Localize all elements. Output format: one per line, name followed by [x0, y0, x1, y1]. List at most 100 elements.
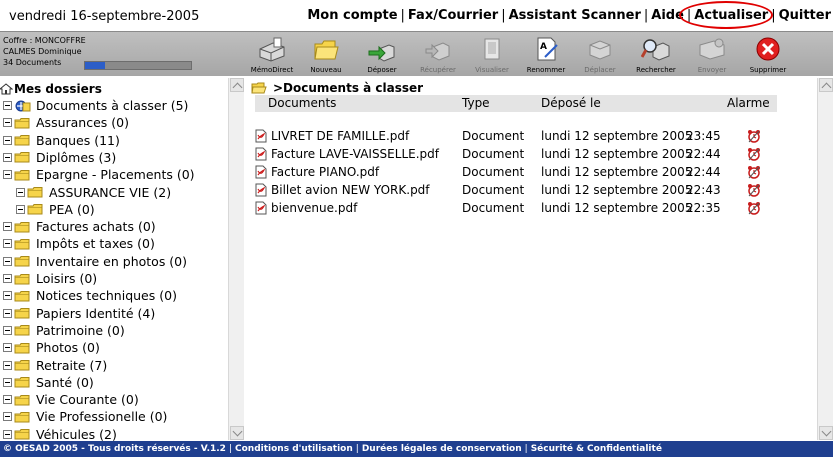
folder-icon: [14, 221, 30, 233]
expand-toggle-icon[interactable]: [3, 239, 12, 249]
sidebar-folder-item[interactable]: Loisirs (0): [3, 270, 97, 287]
expand-toggle-icon[interactable]: [3, 256, 12, 266]
folder-label: Photos (0): [36, 340, 100, 356]
renommer-button[interactable]: A Renommer: [520, 34, 572, 76]
deposit-time: 22:35: [686, 201, 721, 215]
expand-toggle-icon[interactable]: [3, 308, 12, 318]
recuperer-button[interactable]: Récupérer: [412, 34, 464, 76]
folder-icon: [14, 429, 30, 440]
view-document-icon: [484, 38, 500, 60]
sidebar-folder-item[interactable]: PEA (0): [16, 201, 95, 218]
expand-toggle-icon[interactable]: [3, 395, 12, 405]
expand-toggle-icon[interactable]: [3, 135, 12, 145]
pdf-file-icon: [255, 147, 267, 161]
expand-toggle-icon[interactable]: [3, 360, 12, 370]
sidebar-folder-item[interactable]: Patrimoine (0): [3, 322, 125, 339]
sidebar-folder-item[interactable]: Notices techniques (0): [3, 287, 177, 304]
table-row[interactable]: bienvenue.pdf Document lundi 12 septembre …: [255, 200, 785, 217]
scroll-up-button[interactable]: [819, 78, 833, 92]
document-name[interactable]: LIVRET DE FAMILLE.pdf: [271, 129, 409, 143]
expand-toggle-icon[interactable]: [3, 377, 12, 387]
expand-toggle-icon[interactable]: [3, 325, 12, 335]
footer-link-conditions[interactable]: Conditions d'utilisation: [235, 444, 353, 454]
sidebar-folder-item[interactable]: Epargne - Placements (0): [3, 166, 195, 183]
sidebar-folder-item[interactable]: Papiers Identité (4): [3, 305, 155, 322]
nav-mon-compte[interactable]: Mon compte: [307, 8, 397, 23]
deplacer-button[interactable]: Déplacer: [574, 34, 626, 76]
expand-toggle-icon[interactable]: [3, 222, 12, 232]
visualiser-button[interactable]: Visualiser: [466, 34, 518, 76]
scroll-down-button[interactable]: [230, 426, 244, 440]
document-name[interactable]: Facture LAVE-VAISSELLE.pdf: [271, 147, 439, 161]
sidebar-folder-item[interactable]: Banques (11): [3, 132, 120, 149]
expand-toggle-icon[interactable]: [3, 170, 12, 180]
expand-toggle-icon[interactable]: [3, 291, 12, 301]
document-type: Document: [462, 165, 525, 179]
folder-icon: [27, 187, 43, 198]
rechercher-button[interactable]: Rechercher: [630, 34, 682, 76]
sidebar-folder-item[interactable]: Factures achats (0): [3, 218, 156, 235]
expand-toggle-icon[interactable]: [3, 118, 12, 128]
table-row[interactable]: Facture LAVE-VAISSELLE.pdf Document lundi …: [255, 146, 785, 163]
sidebar-folder-item[interactable]: Inventaire en photos (0): [3, 253, 187, 270]
memodirect-button[interactable]: MémoDirect: [246, 34, 298, 76]
expand-toggle-icon[interactable]: [3, 343, 12, 353]
supprimer-button[interactable]: Supprimer: [742, 34, 794, 76]
expand-toggle-icon[interactable]: [3, 274, 12, 283]
folder-label: Notices techniques (0): [36, 288, 177, 304]
sidebar-folder-item[interactable]: ASSURANCE VIE (2): [16, 184, 171, 201]
sidebar-folder-item[interactable]: Vie Courante (0): [3, 391, 139, 408]
column-depose-le[interactable]: Déposé le: [541, 96, 601, 110]
pdf-file-icon: [255, 183, 267, 197]
sidebar-folder-item[interactable]: Photos (0): [3, 339, 100, 356]
sidebar-folder-item[interactable]: Impôts et taxes (0): [3, 235, 155, 252]
column-documents[interactable]: Documents: [268, 96, 336, 110]
nav-separator: |: [501, 8, 506, 23]
tree-root[interactable]: Mes dossiers: [0, 82, 102, 96]
deposer-button[interactable]: Déposer: [356, 34, 408, 76]
current-date: vendredi 16-septembre-2005: [9, 9, 200, 24]
breadcrumb-label: >Documents à classer: [273, 81, 424, 95]
table-row[interactable]: LIVRET DE FAMILLE.pdf Document lundi 12 se…: [255, 128, 785, 145]
footer-link-durees[interactable]: Durées légales de conservation: [362, 444, 522, 454]
column-alarme[interactable]: Alarme: [727, 96, 770, 110]
nav-quitter[interactable]: Quitter: [779, 8, 831, 23]
deposit-date: lundi 12 septembre 2005: [541, 183, 693, 197]
document-name[interactable]: Billet avion NEW YORK.pdf: [271, 183, 430, 197]
expand-toggle-icon[interactable]: [3, 101, 12, 110]
scroll-down-button[interactable]: [819, 426, 833, 440]
sidebar-folder-item[interactable]: Assurances (0): [3, 114, 129, 131]
nouveau-button[interactable]: Nouveau: [300, 34, 352, 76]
nav-assistant-scanner[interactable]: Assistant Scanner: [509, 8, 641, 23]
table-row[interactable]: Billet avion NEW YORK.pdf Document lundi 1…: [255, 182, 785, 199]
alarm-clock-icon[interactable]: [747, 129, 761, 143]
expand-toggle-icon[interactable]: [3, 152, 12, 162]
nav-fax-courrier[interactable]: Fax/Courrier: [408, 8, 498, 23]
deposit-time: 22:43: [686, 183, 721, 197]
alarm-clock-icon[interactable]: [747, 201, 761, 215]
sidebar-scrollbar[interactable]: [228, 78, 244, 440]
sidebar-folder-item[interactable]: Documents à classer (5): [3, 97, 188, 114]
document-name[interactable]: Facture PIANO.pdf: [271, 165, 379, 179]
expand-toggle-icon[interactable]: [3, 412, 12, 422]
alarm-clock-icon[interactable]: [747, 165, 761, 179]
sidebar-folder-item[interactable]: Retraite (7): [3, 357, 107, 374]
main-scrollbar[interactable]: [817, 78, 833, 440]
envoyer-button[interactable]: Envoyer: [686, 34, 738, 76]
storage-quota-fill: [85, 62, 106, 69]
document-name[interactable]: bienvenue.pdf: [271, 201, 357, 215]
footer-link-securite[interactable]: Sécurité & Confidentialité: [531, 444, 662, 454]
table-row[interactable]: Facture PIANO.pdf Document lundi 12 septem…: [255, 164, 785, 181]
alarm-clock-icon[interactable]: [747, 147, 761, 161]
sidebar-folder-item[interactable]: Santé (0): [3, 374, 94, 391]
sidebar-folder-item[interactable]: Diplômes (3): [3, 149, 116, 166]
alarm-clock-icon[interactable]: [747, 183, 761, 197]
scroll-up-button[interactable]: [230, 78, 244, 92]
expand-toggle-icon[interactable]: [16, 204, 25, 214]
delete-icon: [756, 37, 780, 61]
column-type[interactable]: Type: [462, 96, 490, 110]
expand-toggle-icon[interactable]: [3, 429, 12, 439]
sidebar-folder-item[interactable]: Vie Professionelle (0): [3, 408, 167, 425]
folder-icon: [14, 411, 30, 423]
expand-toggle-icon[interactable]: [16, 187, 25, 197]
